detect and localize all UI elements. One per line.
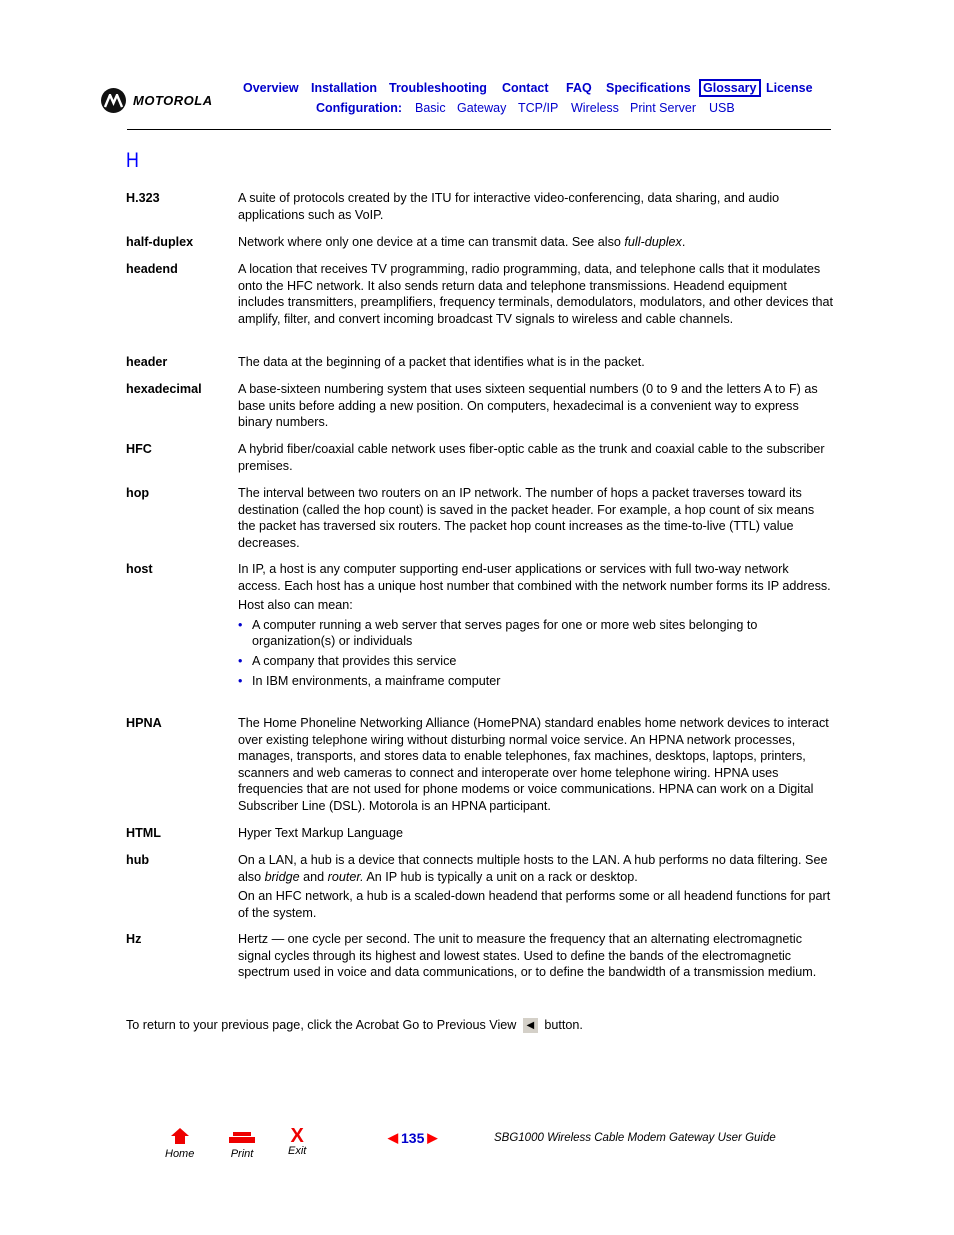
definition-text: The data at the beginning of a packet th…: [238, 355, 645, 369]
definition-text: On an HFC network, a hub is a scaled-dow…: [238, 889, 831, 920]
definition: A location that receives TV programming,…: [238, 261, 834, 330]
definition: Network where only one device at a time …: [238, 234, 834, 254]
cross-reference: router.: [327, 869, 364, 884]
definition: A suite of protocols created by the ITU …: [238, 190, 834, 226]
nav-license[interactable]: License: [766, 81, 813, 95]
cross-reference: bridge: [264, 869, 300, 884]
term: header: [126, 355, 168, 369]
home-icon: [170, 1128, 189, 1144]
definition-text: A base-sixteen numbering system that use…: [238, 382, 818, 430]
term: Hz: [126, 932, 142, 946]
exit-label: Exit: [288, 1145, 307, 1157]
term: HFC: [126, 442, 152, 456]
definition-text: A suite of protocols created by the ITU …: [238, 191, 780, 222]
definition: On a LAN, a hub is a device that connect…: [238, 852, 834, 924]
page-number: 135: [401, 1130, 425, 1146]
term: hexadecimal: [126, 382, 202, 396]
nav-basic[interactable]: Basic: [415, 101, 446, 115]
section-letter: H: [126, 149, 139, 172]
bullet-text: A company that provides this service: [252, 653, 457, 668]
bullet-item: • A computer running a web server that se…: [238, 617, 834, 650]
definition-text: The Home Phoneline Networking Alliance (…: [238, 716, 829, 813]
definition-text: Network where only one device at a time …: [238, 235, 625, 249]
nav-glossary[interactable]: Glossary: [699, 79, 761, 97]
nav-print-server[interactable]: Print Server: [630, 101, 696, 115]
configuration-label: Configuration:: [316, 101, 403, 115]
nav-installation[interactable]: Installation: [311, 81, 377, 95]
cross-reference: full-duplex: [624, 235, 682, 249]
return-note: To return to your previous page, click t…: [126, 1018, 583, 1034]
definition-text: A location that receives TV programming,…: [238, 262, 833, 326]
term: H.323: [126, 191, 160, 205]
bullet-icon: •: [238, 653, 243, 668]
bullet-text: In IBM environments, a mainframe compute…: [252, 673, 501, 688]
definition: Hyper Text Markup Language: [238, 825, 834, 845]
next-page-icon[interactable]: ▶: [427, 1130, 437, 1146]
previous-page-icon[interactable]: ◀: [388, 1130, 398, 1146]
definition-text: Host also can mean:: [238, 598, 353, 613]
nav-troubleshooting[interactable]: Troubleshooting: [389, 81, 487, 95]
printer-icon: [229, 1132, 255, 1143]
definition-text: In IP, a host is any computer supporting…: [238, 562, 831, 593]
bullet-text: A computer running a web server that ser…: [252, 617, 758, 649]
nav-overview[interactable]: Overview: [243, 81, 299, 95]
term: HPNA: [126, 716, 162, 730]
brand-name: MOTOROLA: [133, 93, 213, 108]
nav-contact[interactable]: Contact: [502, 81, 549, 95]
nav-tcpip[interactable]: TCP/IP: [518, 101, 558, 115]
nav-wireless[interactable]: Wireless: [571, 101, 619, 115]
definition-text: .: [681, 235, 686, 249]
definition: The interval between two routers on an I…: [238, 485, 834, 554]
exit-button[interactable]: X Exit: [288, 1125, 307, 1157]
header-divider: [127, 129, 831, 130]
term: host: [126, 562, 153, 576]
exit-icon: X: [290, 1125, 304, 1147]
previous-view-icon: ◀: [522, 1018, 538, 1034]
definition-text: An IP hub is typically a unit on a rack …: [363, 869, 638, 884]
bullet-icon: •: [238, 673, 243, 688]
home-button[interactable]: Home: [165, 1127, 194, 1160]
definition: A base-sixteen numbering system that use…: [238, 381, 834, 434]
nav-usb[interactable]: USB: [709, 101, 735, 115]
guide-title: SBG1000 Wireless Cable Modem Gateway Use…: [494, 1132, 776, 1144]
nav-gateway[interactable]: Gateway: [457, 101, 506, 115]
definition-text: Hertz — one cycle per second. The unit t…: [238, 932, 817, 980]
motorola-logo: MOTOROLA: [101, 88, 213, 113]
return-note-text: button.: [544, 1018, 583, 1032]
term: HTML: [126, 826, 161, 840]
bullet-item: • In IBM environments, a mainframe comput…: [238, 673, 834, 690]
term: headend: [126, 262, 178, 276]
bullet-icon: •: [238, 617, 243, 632]
definition: A hybrid fiber/coaxial cable network use…: [238, 441, 834, 477]
definition-text: Hyper Text Markup Language: [238, 826, 403, 840]
bullet-item: • A company that provides this service: [238, 653, 834, 670]
return-note-text: To return to your previous page, click t…: [126, 1018, 517, 1032]
definition: The data at the beginning of a packet th…: [238, 354, 834, 374]
page-navigator: ◀ 135 ▶: [388, 1130, 437, 1146]
nav-specifications[interactable]: Specifications: [606, 81, 691, 95]
definition-text: The interval between two routers on an I…: [238, 486, 815, 550]
definition-text: and: [299, 869, 328, 884]
print-button[interactable]: Print: [228, 1127, 256, 1160]
definition: Hertz — one cycle per second. The unit t…: [238, 931, 834, 984]
definition: In IP, a host is any computer supporting…: [238, 561, 834, 692]
print-label: Print: [230, 1148, 254, 1160]
definition-text: A hybrid fiber/coaxial cable network use…: [238, 442, 825, 473]
home-label: Home: [165, 1148, 195, 1160]
motorola-batwing-icon: [101, 88, 126, 113]
nav-faq[interactable]: FAQ: [566, 81, 592, 95]
term: hop: [126, 486, 150, 500]
definition: The Home Phoneline Networking Alliance (…: [238, 715, 834, 818]
term: hub: [126, 853, 150, 867]
term: half-duplex: [126, 235, 194, 249]
